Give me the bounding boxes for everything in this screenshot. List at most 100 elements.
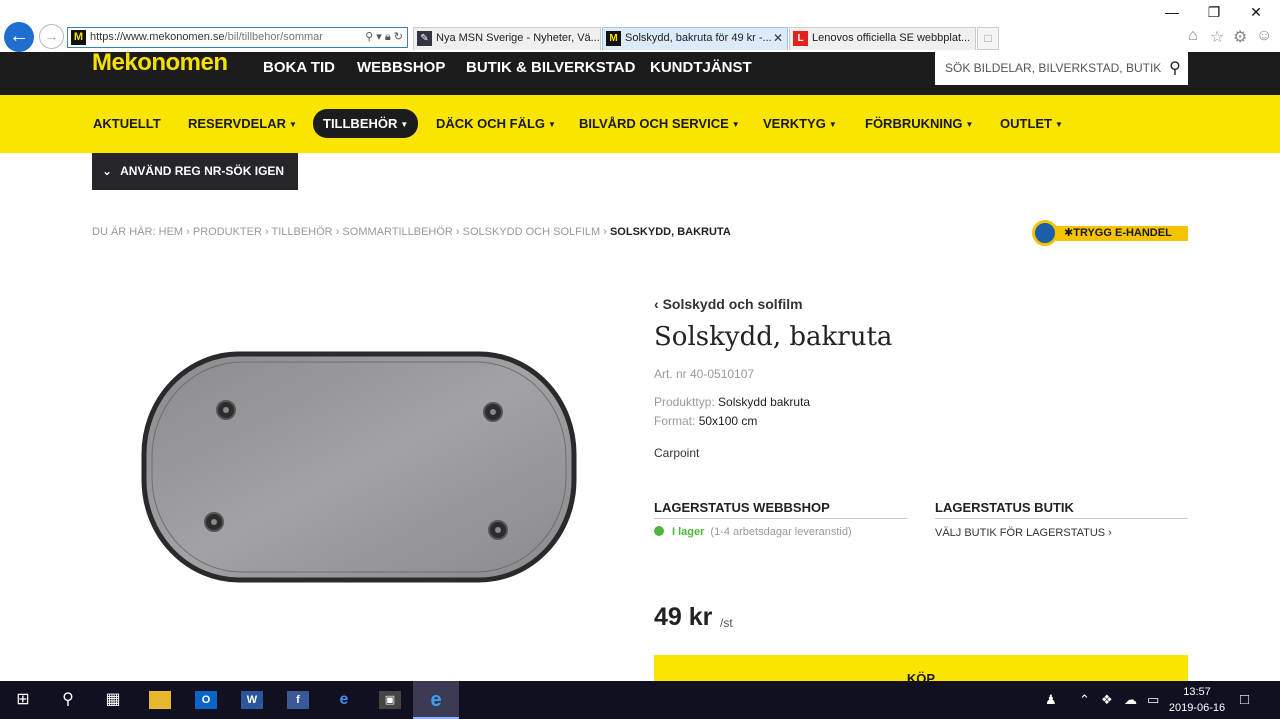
product-price: 49 kr <box>654 603 713 631</box>
breadcrumb-link[interactable]: PRODUKTER <box>193 226 262 238</box>
windows-start-icon[interactable]: ⊞ <box>0 681 46 719</box>
caret-down-icon: ▼ <box>1055 120 1063 129</box>
topnav-kundtjanst[interactable]: KUNDTJÄNST <box>650 59 752 76</box>
caret-down-icon: ▼ <box>289 120 297 129</box>
product-title: Solskydd, bakruta <box>654 322 893 352</box>
mekonomen-favicon: M <box>606 31 621 46</box>
nav-reservdelar[interactable]: RESERVDELAR ▼ <box>188 109 297 138</box>
nav-aktuellt[interactable]: AKTUELLT <box>93 109 161 138</box>
stock-webshop-heading: LAGERSTATUS WEBBSHOP <box>654 500 830 515</box>
stock-status: I lager (1-4 arbetsdagar leveranstid) <box>654 526 852 538</box>
nav-dack-och-falg[interactable]: DÄCK OCH FÄLG ▼ <box>436 109 556 138</box>
url-main: https://www.mekonomen.se <box>90 31 225 43</box>
facebook-icon[interactable]: f <box>275 681 321 719</box>
divider <box>935 518 1188 519</box>
onedrive-icon[interactable]: ☁ <box>1124 681 1137 719</box>
topnav-boka-tid[interactable]: BOKA TID <box>263 59 335 76</box>
chevron-up-icon[interactable]: ⌃ <box>1079 681 1090 719</box>
search-icon[interactable]: ⚲ <box>45 681 91 719</box>
nav-verktyg[interactable]: VERKTYG ▼ <box>763 109 837 138</box>
address-bar[interactable]: M https://www.mekonomen.se/bil/tillbehor… <box>67 27 408 48</box>
windows-taskbar: ⊞ ⚲ ▦ O W f e ▣ e ♟ ⌃ ❖ ☁ ▭ 13:57 2019-0… <box>0 681 1280 719</box>
close-window-button[interactable]: ✕ <box>1246 4 1266 21</box>
chevron-left-icon: ‹ <box>654 296 659 312</box>
home-icon[interactable]: ⌂ <box>1188 27 1198 45</box>
dropbox-icon[interactable]: ❖ <box>1101 681 1113 719</box>
restore-button[interactable]: ❐ <box>1204 4 1224 21</box>
stock-detail: (1-4 arbetsdagar leveranstid) <box>710 526 852 538</box>
breadcrumb-prefix: DU ÄR HÄR: <box>92 226 156 238</box>
minimize-button[interactable]: — <box>1162 4 1182 20</box>
product-brand[interactable]: Carpoint <box>654 446 699 460</box>
search-icon[interactable]: ⚲ <box>1162 52 1188 85</box>
site-header: Mekonomen BOKA TID WEBBSHOP BUTIK & BILV… <box>0 51 1280 95</box>
lock-icon: 🔒︎ <box>384 31 391 43</box>
nav-forbrukning[interactable]: FÖRBRUKNING ▼ <box>865 109 973 138</box>
nav-bilvard-och-service[interactable]: BILVÅRD OCH SERVICE ▼ <box>579 109 740 138</box>
breadcrumb-link[interactable]: SOLSKYDD OCH SOLFILM <box>463 226 601 238</box>
msn-favicon: ✎ <box>417 31 432 46</box>
close-tab-icon[interactable]: ✕ <box>773 28 783 49</box>
stock-store-heading: LAGERSTATUS BUTIK <box>935 500 1074 515</box>
stock-status-label: I lager <box>672 526 705 538</box>
store-icon[interactable]: ▣ <box>367 681 413 719</box>
refresh-icon[interactable]: ↻ <box>394 31 403 43</box>
clock-date: 2019-06-16 <box>1168 702 1226 714</box>
divider <box>654 518 907 519</box>
forward-button[interactable]: → <box>39 24 64 49</box>
search-icon[interactable]: ⚲ <box>365 31 373 43</box>
breadcrumb-current: SOLSKYDD, BAKRUTA <box>609 226 731 238</box>
chevron-down-icon: ⌄ <box>102 164 113 178</box>
tab-label: Nya MSN Sverige - Nyheter, Vä... <box>436 32 600 44</box>
tab-mekonomen[interactable]: M Solskydd, bakruta för 49 kr -... ✕ <box>602 27 788 50</box>
battery-icon[interactable]: ▭ <box>1147 681 1159 719</box>
in-stock-dot-icon <box>654 526 664 536</box>
dropdown-icon[interactable]: ▾ <box>376 31 382 43</box>
file-explorer-icon[interactable] <box>137 681 183 719</box>
internet-explorer-icon[interactable]: e <box>413 681 459 719</box>
trygg-badge-icon <box>1032 220 1058 246</box>
address-tools: ⚲ ▾ 🔒︎ ↻ <box>362 28 403 47</box>
product-image[interactable] <box>140 350 578 584</box>
favorites-star-icon[interactable]: ☆ <box>1210 27 1224 47</box>
mekonomen-logo[interactable]: Mekonomen <box>92 51 228 75</box>
caret-down-icon: ▼ <box>400 120 409 129</box>
browser-chrome: — ❐ ✕ ← → M https://www.mekonomen.se/bil… <box>0 0 1280 52</box>
reg-button-label: ANVÄND REG NR-SÖK IGEN <box>120 164 285 178</box>
breadcrumb-link[interactable]: HEM <box>159 226 183 238</box>
feedback-smiley-icon[interactable]: ☺ <box>1256 27 1272 45</box>
task-view-icon[interactable]: ▦ <box>90 681 136 719</box>
breadcrumb-link[interactable]: TILLBEHÖR <box>272 226 333 238</box>
action-center-icon[interactable]: □ <box>1240 681 1249 719</box>
settings-gear-icon[interactable]: ⚙ <box>1233 27 1247 47</box>
tab-label: Lenovos officiella SE webbplat... <box>812 32 971 44</box>
clock-time: 13:57 <box>1183 686 1211 698</box>
system-clock[interactable]: 13:57 2019-06-16 <box>1162 684 1232 716</box>
reg-search-again-button[interactable]: ⌄ ANVÄND REG NR-SÖK IGEN <box>92 153 298 190</box>
tab-msn[interactable]: ✎ Nya MSN Sverige - Nyheter, Vä... <box>413 27 601 50</box>
site-search-input[interactable]: SÖK BILDELAR, BILVERKSTAD, BUTIK ⚲ <box>935 52 1188 85</box>
topnav-butik-bilverkstad[interactable]: BUTIK & BILVERKSTAD <box>466 59 635 76</box>
shield-star-icon: ✱ <box>1064 227 1074 239</box>
word-icon[interactable]: W <box>229 681 275 719</box>
topnav-webbshop[interactable]: WEBBSHOP <box>357 59 445 76</box>
choose-store-link[interactable]: VÄLJ BUTIK FÖR LAGERSTATUS › <box>935 527 1112 539</box>
new-tab-button[interactable]: □ <box>977 27 999 50</box>
nav-tillbehor[interactable]: TILLBEHÖR ▼ <box>313 109 419 138</box>
people-icon[interactable]: ♟ <box>1045 681 1057 719</box>
trygg-badge-label: TRYGG E-HANDEL <box>1073 227 1172 239</box>
edge-icon[interactable]: e <box>321 681 367 719</box>
lenovo-favicon: L <box>793 31 808 46</box>
caret-down-icon: ▼ <box>731 120 740 129</box>
trygg-e-handel-badge[interactable]: ✱TRYGG E-HANDEL <box>1032 220 1188 246</box>
nav-outlet[interactable]: OUTLET ▼ <box>1000 109 1063 138</box>
tab-lenovo[interactable]: L Lenovos officiella SE webbplat... <box>789 27 976 50</box>
url-path: /bil/tillbehor/sommar <box>224 31 323 43</box>
caret-down-icon: ▼ <box>965 120 974 129</box>
breadcrumb-link[interactable]: SOMMARTILLBEHÖR <box>342 226 452 238</box>
price-unit: /st <box>720 616 733 630</box>
back-button[interactable]: ← <box>4 22 34 52</box>
caret-down-icon: ▼ <box>828 120 837 129</box>
category-back-link[interactable]: ‹ Solskydd och solfilm <box>654 296 803 312</box>
outlook-icon[interactable]: O <box>183 681 229 719</box>
